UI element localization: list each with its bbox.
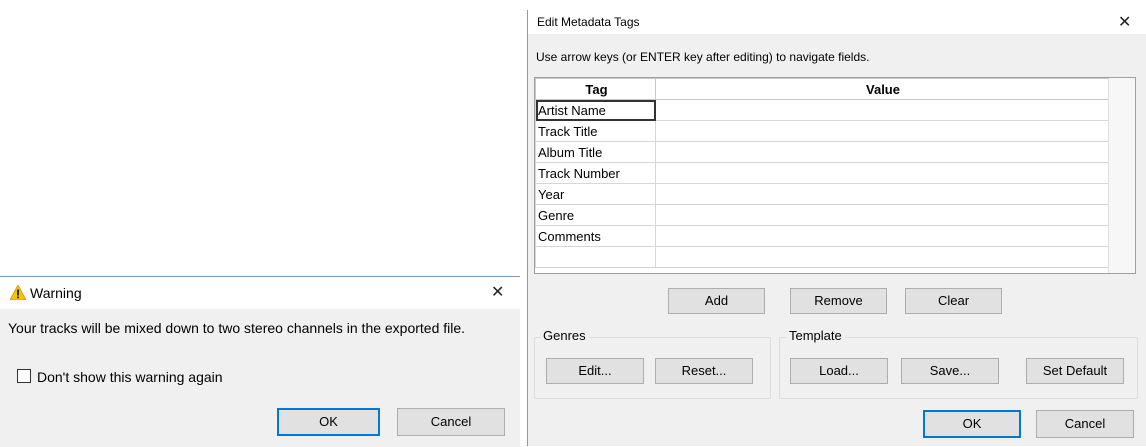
metadata-dialog: Edit Metadata Tags ✕ Use arrow keys (or … [527, 10, 1146, 446]
value-cell[interactable] [655, 225, 1109, 247]
template-load-button[interactable]: Load... [790, 358, 888, 384]
clear-button[interactable]: Clear [905, 288, 1002, 314]
tag-cell[interactable]: Track Number [535, 162, 656, 184]
grid-header-row: Tag Value [535, 78, 1109, 100]
value-cell[interactable] [655, 99, 1109, 121]
value-cell[interactable] [655, 162, 1109, 184]
tag-grid[interactable]: Tag Value Artist Name Track Title Album … [534, 77, 1136, 274]
template-group-label: Template [786, 328, 845, 343]
warning-icon [9, 284, 27, 303]
remove-button[interactable]: Remove [790, 288, 887, 314]
value-cell[interactable] [655, 183, 1109, 205]
tag-cell[interactable]: Genre [535, 204, 656, 226]
metadata-title: Edit Metadata Tags [537, 15, 640, 29]
tag-column-header[interactable]: Tag [535, 78, 656, 100]
table-row: Artist Name [535, 99, 1109, 121]
warning-close-icon[interactable]: ✕ [491, 285, 504, 301]
table-row [535, 246, 1109, 268]
table-row: Comments [535, 225, 1109, 247]
value-column-header[interactable]: Value [655, 78, 1109, 100]
warning-titlebar[interactable]: Warning ✕ [0, 277, 520, 309]
table-row: Genre [535, 204, 1109, 226]
table-row: Track Title [535, 120, 1109, 142]
template-set-default-button[interactable]: Set Default [1026, 358, 1124, 384]
value-cell[interactable] [655, 120, 1109, 142]
tag-cell[interactable]: Album Title [535, 141, 656, 163]
value-cell[interactable] [655, 246, 1109, 268]
metadata-close-icon[interactable]: ✕ [1118, 15, 1131, 31]
warning-ok-button[interactable]: OK [277, 408, 380, 436]
dont-show-checkbox[interactable] [17, 369, 31, 383]
table-row: Album Title [535, 141, 1109, 163]
metadata-titlebar[interactable]: Edit Metadata Tags ✕ [528, 10, 1146, 34]
table-row: Year [535, 183, 1109, 205]
tag-cell[interactable]: Track Title [535, 120, 656, 142]
metadata-instructions: Use arrow keys (or ENTER key after editi… [536, 50, 870, 64]
warning-message: Your tracks will be mixed down to two st… [8, 320, 466, 336]
value-cell[interactable] [655, 204, 1109, 226]
add-button[interactable]: Add [668, 288, 765, 314]
metadata-ok-button[interactable]: OK [923, 410, 1021, 438]
tag-cell[interactable]: Artist Name [535, 99, 656, 121]
grid-scroll-area [1108, 78, 1135, 273]
value-cell[interactable] [655, 141, 1109, 163]
warning-dialog: Warning ✕ Your tracks will be mixed down… [0, 276, 520, 447]
dont-show-label[interactable]: Don't show this warning again [37, 369, 223, 385]
tag-cell[interactable]: Year [535, 183, 656, 205]
template-save-button[interactable]: Save... [901, 358, 999, 384]
genres-edit-button[interactable]: Edit... [546, 358, 644, 384]
metadata-cancel-button[interactable]: Cancel [1036, 410, 1134, 438]
warning-cancel-button[interactable]: Cancel [397, 408, 505, 436]
genres-reset-button[interactable]: Reset... [655, 358, 753, 384]
warning-title: Warning [30, 285, 82, 301]
genres-group-label: Genres [540, 328, 589, 343]
tag-cell[interactable]: Comments [535, 225, 656, 247]
tag-cell[interactable] [535, 246, 656, 268]
table-row: Track Number [535, 162, 1109, 184]
